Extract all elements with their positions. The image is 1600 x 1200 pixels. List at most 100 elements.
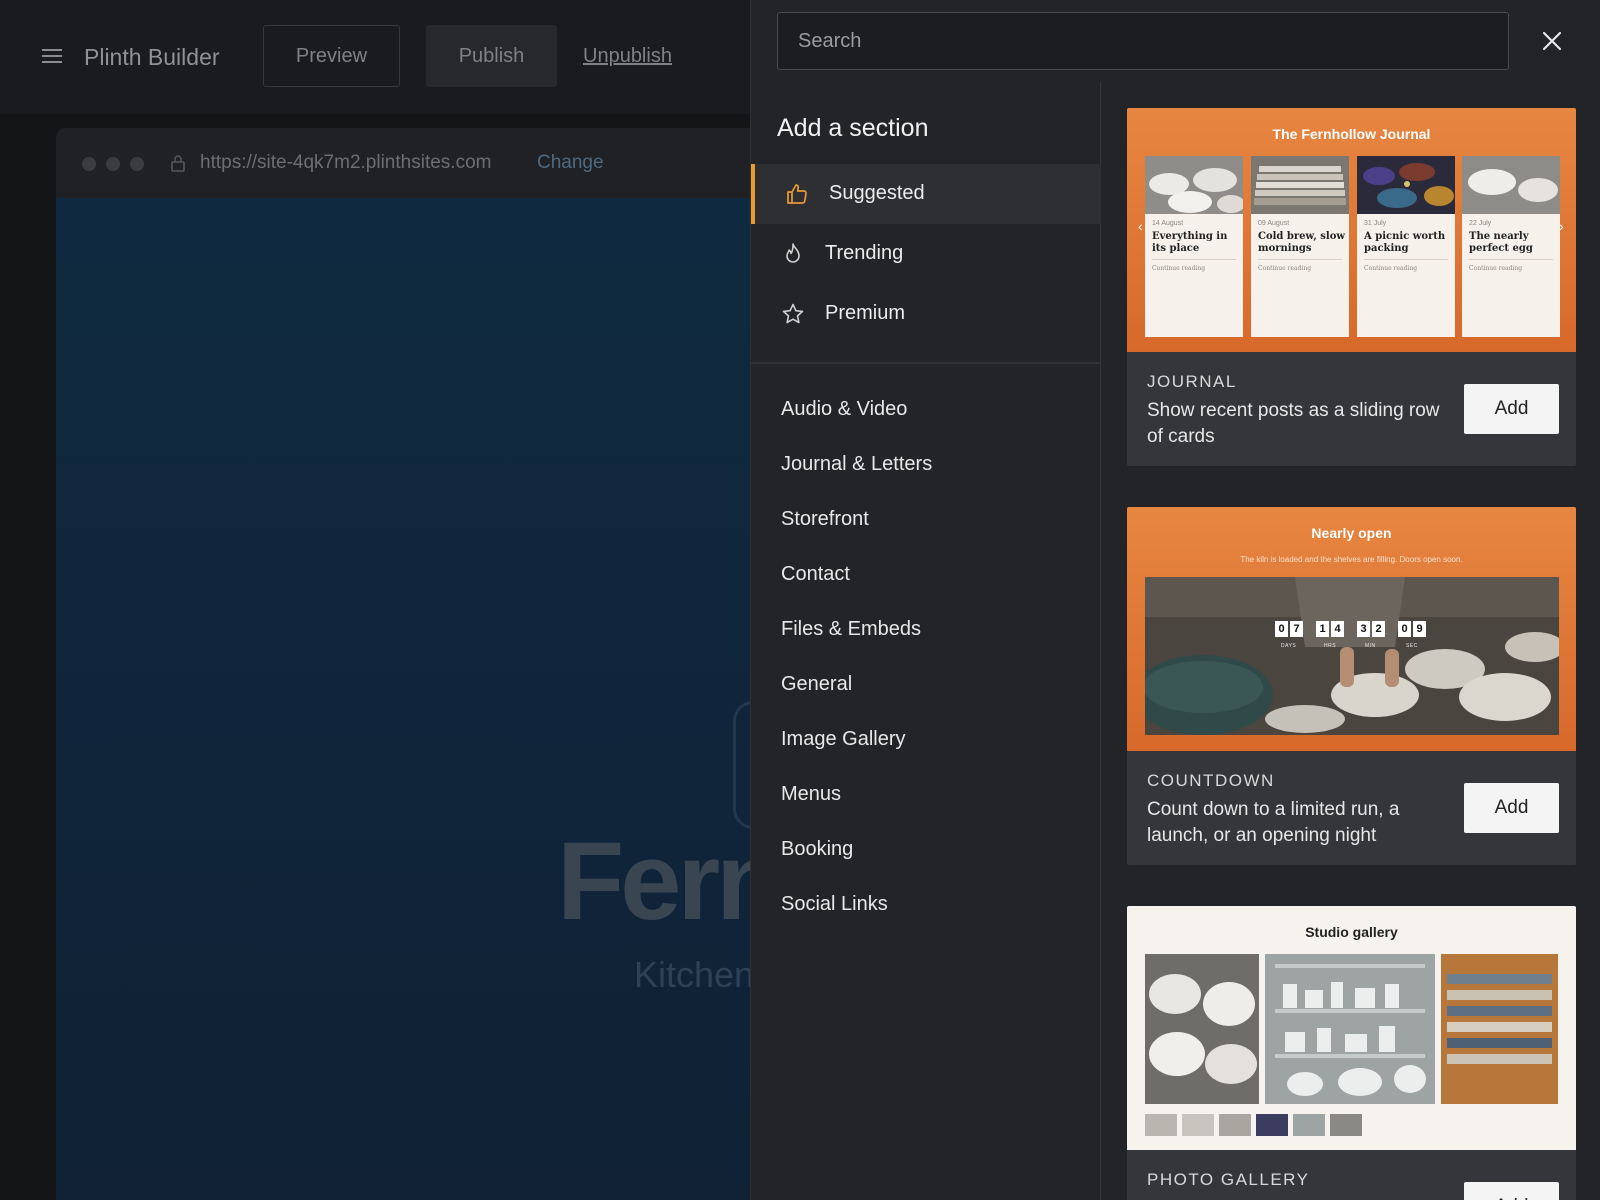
hero-subtitle: Kitchen [634, 954, 755, 995]
site-hero: Fern Kitchen [56, 198, 816, 1200]
gallery-thumbnail [1182, 1114, 1214, 1136]
pottery-photo [1145, 577, 1559, 735]
countdown-digit: 0 [1275, 621, 1288, 637]
gallery-image [1441, 954, 1558, 1104]
add-photo-gallery-button[interactable]: Add [1464, 1182, 1559, 1200]
countdown-digit: 3 [1357, 621, 1370, 637]
section-type-label: JOURNAL [1147, 372, 1237, 391]
section-card-countdown: Nearly open The kiln is loaded and the s… [1127, 507, 1576, 865]
countdown-preview: Nearly open The kiln is loaded and the s… [1127, 507, 1576, 751]
category-journal-letters[interactable]: Journal & Letters [781, 453, 932, 476]
add-countdown-button[interactable]: Add [1464, 783, 1559, 833]
section-card-photo-gallery: Studio gallery PHOTO GALLERY [1127, 906, 1576, 1200]
countdown-digit: 7 [1290, 621, 1303, 637]
preview-subtitle: The kiln is loaded and the shelves are f… [1240, 555, 1463, 564]
countdown-label: MIN [1365, 643, 1376, 649]
preview-button[interactable]: Preview [263, 25, 400, 87]
window-dot-icon [106, 157, 120, 171]
preview-title: The Fernhollow Journal [1272, 126, 1431, 142]
category-storefront[interactable]: Storefront [781, 508, 869, 531]
countdown-digit: 1 [1316, 621, 1329, 637]
hamburger-menu-icon[interactable] [42, 48, 64, 64]
post-image [1462, 156, 1560, 214]
change-url-link[interactable]: Change [537, 152, 604, 174]
category-label: Premium [825, 302, 906, 324]
section-description: Show recent posts as a sliding row of ca… [1147, 400, 1440, 447]
unpublish-link[interactable]: Unpublish [583, 45, 672, 68]
window-dot-icon [82, 157, 96, 171]
countdown-label: DAYS [1281, 643, 1297, 649]
drawer-title: Add a section [777, 114, 929, 142]
category-trending[interactable]: Trending [751, 224, 1101, 284]
site-preview-frame: https://site-4qk7m2.plinthsites.com Chan… [56, 128, 816, 1200]
journal-post-card: 09 August Cold brew, slow mornings Conti… [1251, 156, 1349, 337]
post-title: The nearly perfect egg [1469, 231, 1533, 254]
category-social-links[interactable]: Social Links [781, 893, 888, 916]
post-link: Continue reading [1152, 265, 1206, 272]
post-date: 31 July [1364, 220, 1387, 227]
category-general[interactable]: General [781, 673, 852, 696]
gallery-image [1265, 954, 1435, 1104]
preview-title: Nearly open [1311, 525, 1392, 541]
section-card-list: The Fernhollow Journal ‹ › 14 August Eve… [1101, 82, 1600, 1200]
countdown-label: HRS [1324, 643, 1337, 649]
section-description: Count down to a limited run, a launch, o… [1147, 799, 1400, 846]
post-title: Cold brew, slow mornings [1258, 231, 1345, 254]
journal-post-card: 31 July A picnic worth packing Continue … [1357, 156, 1455, 337]
window-dot-icon [130, 157, 144, 171]
post-title: Everything in its place [1152, 231, 1228, 254]
browser-bar: https://site-4qk7m2.plinthsites.com Chan… [56, 128, 816, 198]
card-footer: COUNTDOWN Count down to a limited run, a… [1127, 751, 1576, 865]
category-files-embeds[interactable]: Files & Embeds [781, 618, 921, 641]
post-image [1251, 156, 1349, 214]
countdown-digit: 0 [1398, 621, 1411, 637]
flame-icon [786, 243, 800, 263]
gallery-thumbnail [1256, 1114, 1288, 1136]
gallery-thumbnail [1219, 1114, 1251, 1136]
category-label: Trending [825, 242, 904, 264]
builder-toolbar: Plinth Builder Preview Publish Unpublish [0, 0, 750, 114]
category-contact[interactable]: Contact [781, 563, 850, 586]
countdown-seconds: 0 9 [1398, 621, 1426, 637]
journal-post-card: 14 August Everything in its place Contin… [1145, 156, 1243, 337]
publish-button[interactable]: Publish [426, 25, 557, 87]
chevron-left-icon: ‹ [1138, 218, 1143, 234]
category-suggested[interactable]: Suggested [751, 164, 1101, 224]
category-label: Suggested [829, 182, 925, 204]
hero-title: Fern [557, 820, 783, 943]
category-premium[interactable]: Premium [751, 284, 1101, 344]
add-journal-button[interactable]: Add [1464, 384, 1559, 434]
section-card-journal: The Fernhollow Journal ‹ › 14 August Eve… [1127, 108, 1576, 466]
category-sidebar: Add a section Suggested Trending Premium… [751, 82, 1101, 1200]
card-footer: JOURNAL Show recent posts as a sliding r… [1127, 352, 1576, 466]
post-title: A picnic worth packing [1364, 231, 1446, 254]
gallery-thumbnail [1330, 1114, 1362, 1136]
gallery-image [1145, 954, 1259, 1104]
app-title: Plinth Builder [84, 44, 220, 70]
lock-icon [171, 155, 185, 172]
post-date: 09 August [1258, 220, 1290, 227]
divider [1152, 259, 1236, 260]
add-section-drawer: Add a section Suggested Trending Premium… [750, 0, 1600, 1200]
countdown-hours: 1 4 [1316, 621, 1344, 637]
category-menus[interactable]: Menus [781, 783, 841, 806]
section-type-label: COUNTDOWN [1147, 771, 1275, 790]
post-date: 14 August [1152, 220, 1184, 227]
countdown-minutes: 3 2 [1357, 621, 1385, 637]
countdown-digit: 2 [1372, 621, 1385, 637]
search-input[interactable] [777, 12, 1509, 70]
post-link: Continue reading [1258, 265, 1312, 272]
category-image-gallery[interactable]: Image Gallery [781, 728, 906, 751]
countdown-label: SEC [1406, 643, 1418, 649]
close-icon[interactable] [1537, 26, 1567, 56]
category-booking[interactable]: Booking [781, 838, 853, 861]
countdown-digit: 9 [1413, 621, 1426, 637]
section-type-label: PHOTO GALLERY [1147, 1170, 1310, 1189]
post-link: Continue reading [1364, 265, 1418, 272]
journal-preview: The Fernhollow Journal ‹ › 14 August Eve… [1127, 108, 1576, 352]
post-link: Continue reading [1469, 265, 1523, 272]
category-audio-video[interactable]: Audio & Video [781, 398, 907, 421]
journal-post-card: 22 July The nearly perfect egg Continue … [1462, 156, 1560, 337]
preview-title: Studio gallery [1305, 924, 1398, 940]
countdown-photo: 0 7 DAYS 1 4 HRS 3 2 MIN 0 9 SEC [1145, 577, 1559, 735]
